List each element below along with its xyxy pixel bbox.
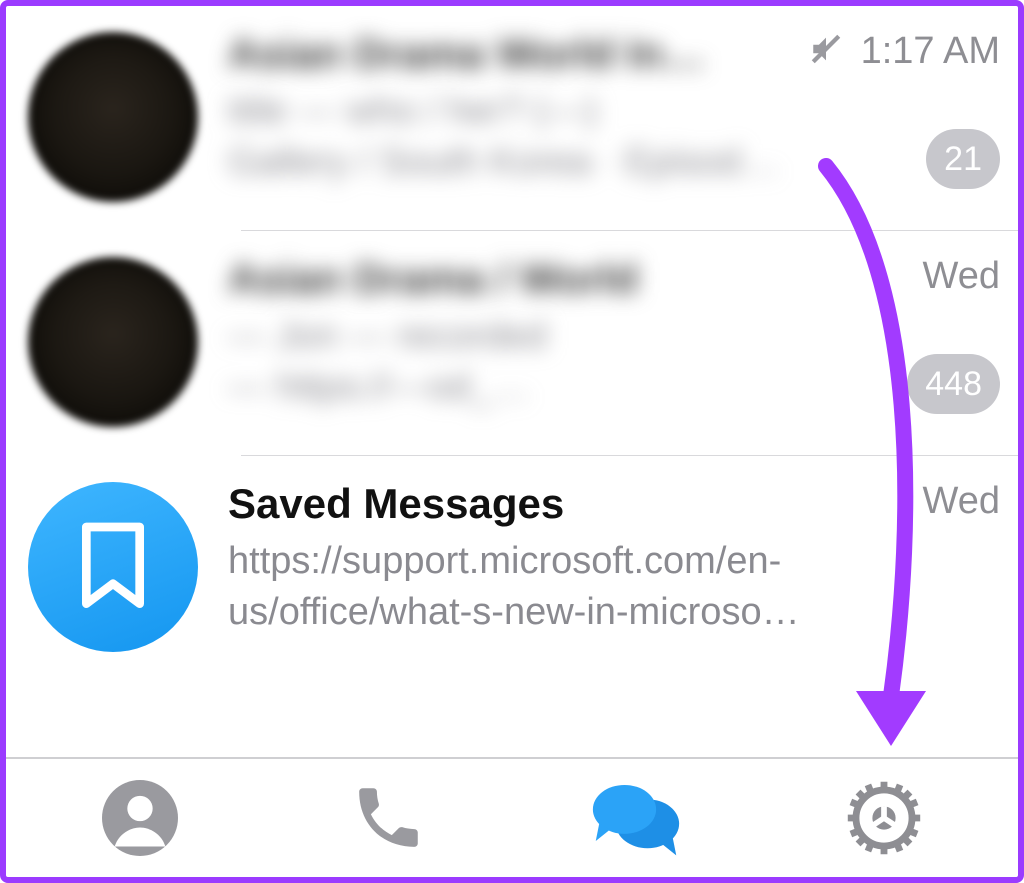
tab-bar (6, 759, 1018, 877)
chat-avatar (28, 32, 198, 202)
chat-title: Asian Drama World In… (228, 30, 801, 78)
chat-time: 1:17 AM (861, 30, 1000, 73)
chat-row[interactable]: Asian Drama / World — Jon — recorded — h… (6, 231, 1018, 456)
chat-title: Asian Drama / World (228, 255, 899, 303)
calls-tab[interactable] (328, 768, 448, 868)
chat-time: Wed (923, 480, 1000, 523)
chat-row[interactable]: Asian Drama World In… title — who / her?… (6, 6, 1018, 231)
chat-preview: title — who / her? (—) Gallery / South K… (228, 86, 801, 189)
chat-preview: https://support.microsoft.com/en- us/off… (228, 536, 915, 639)
chat-time: Wed (923, 255, 1000, 298)
chats-tab[interactable] (576, 768, 696, 868)
chat-avatar (28, 257, 198, 427)
chat-title: Saved Messages (228, 480, 915, 528)
person-icon (102, 780, 178, 856)
gear-icon (843, 777, 925, 859)
chat-bubbles-icon (590, 778, 682, 858)
muted-icon (809, 32, 843, 71)
settings-tab[interactable] (824, 768, 944, 868)
bookmark-icon (73, 522, 153, 612)
unread-badge: 21 (926, 129, 1000, 189)
phone-icon (350, 780, 426, 856)
unread-badge: 448 (907, 354, 1000, 414)
saved-messages-avatar (28, 482, 198, 652)
contacts-tab[interactable] (80, 768, 200, 868)
chat-row-saved-messages[interactable]: Saved Messages https://support.microsoft… (6, 456, 1018, 656)
chat-preview: — Jon — recorded — https://—od_… (228, 311, 899, 414)
